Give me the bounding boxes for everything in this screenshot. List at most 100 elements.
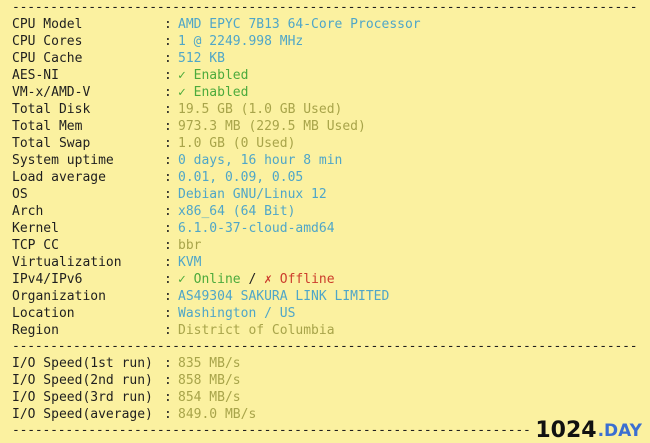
watermark-sub: .DAY xyxy=(597,421,642,441)
info-label: Region xyxy=(12,323,59,338)
status-offline: ✗ Offline xyxy=(264,272,335,287)
info-row-uptime: System uptime : 0 days, 16 hour 8 min xyxy=(12,152,638,169)
colon: : xyxy=(164,170,172,185)
info-row-ipv4-ipv6: IPv4/IPv6 : ✓ Online / ✗ Offline xyxy=(12,271,638,288)
separator-line-middle: ----------------------------------------… xyxy=(12,339,638,354)
info-row-os: OS : Debian GNU/Linux 12 xyxy=(12,186,638,203)
colon: : xyxy=(164,68,172,83)
info-row-location: Location : Washington / US xyxy=(12,305,638,322)
info-value: 973.3 MB (229.5 MB Used) xyxy=(178,119,366,134)
colon: : xyxy=(164,85,172,100)
colon: : xyxy=(164,17,172,32)
info-value: District of Columbia xyxy=(178,323,335,338)
info-label: Total Swap xyxy=(12,136,91,151)
info-row-vm-x: VM-x/AMD-V : ✓ Enabled xyxy=(12,84,638,101)
info-row-region: Region : District of Columbia xyxy=(12,322,638,339)
info-value: 0 days, 16 hour 8 min xyxy=(178,153,343,168)
info-label: Location xyxy=(12,306,75,321)
info-label: CPU Model xyxy=(12,17,83,32)
info-label: VM-x/AMD-V xyxy=(12,85,91,100)
colon: : xyxy=(164,373,172,388)
colon: : xyxy=(164,356,172,371)
colon: : xyxy=(164,136,172,151)
colon: : xyxy=(164,119,172,134)
colon: : xyxy=(164,306,172,321)
info-value: 512 KB xyxy=(178,51,225,66)
info-value: bbr xyxy=(178,238,202,253)
colon: : xyxy=(164,323,172,338)
info-row-total-mem: Total Mem : 973.3 MB (229.5 MB Used) xyxy=(12,118,638,135)
separator-line-top: ----------------------------------------… xyxy=(12,0,638,15)
info-value: x86_64 (64 Bit) xyxy=(178,204,296,219)
info-value: 19.5 GB (1.0 GB Used) xyxy=(178,102,343,117)
io-value: 854 MB/s xyxy=(178,390,241,405)
io-value: 858 MB/s xyxy=(178,373,241,388)
info-row-total-disk: Total Disk : 19.5 GB (1.0 GB Used) xyxy=(12,101,638,118)
info-value: KVM xyxy=(178,255,202,270)
info-value: AMD EPYC 7B13 64-Core Processor xyxy=(178,17,421,32)
info-value: Washington / US xyxy=(178,306,296,321)
colon: : xyxy=(164,221,172,236)
colon: : xyxy=(164,34,172,49)
info-label: AES-NI xyxy=(12,68,59,83)
info-value: Debian GNU/Linux 12 xyxy=(178,187,327,202)
watermark-main: 1024 xyxy=(535,418,597,443)
info-row-kernel: Kernel : 6.1.0-37-cloud-amd64 xyxy=(12,220,638,237)
info-label: Arch xyxy=(12,204,44,219)
info-value: 0.01, 0.09, 0.05 xyxy=(178,170,304,185)
info-row-aes-ni: AES-NI : ✓ Enabled xyxy=(12,67,638,84)
info-row-arch: Arch : x86_64 (64 Bit) xyxy=(12,203,638,220)
info-value: 6.1.0-37-cloud-amd64 xyxy=(178,221,335,236)
colon: : xyxy=(164,255,172,270)
watermark-logo: 1024 .DAY xyxy=(529,417,642,443)
io-row-2nd-run: I/O Speed(2nd run) : 858 MB/s xyxy=(12,372,638,389)
status-enabled: ✓ Enabled xyxy=(178,85,249,100)
info-row-load-average: Load average : 0.01, 0.09, 0.05 xyxy=(12,169,638,186)
colon: : xyxy=(164,272,172,287)
info-row-tcp-cc: TCP CC : bbr xyxy=(12,237,638,254)
io-value: 835 MB/s xyxy=(178,356,241,371)
info-label: Kernel xyxy=(12,221,59,236)
info-label: System uptime xyxy=(12,153,114,168)
io-label: I/O Speed(2nd run) xyxy=(12,373,153,388)
status-online: ✓ Online xyxy=(178,272,241,287)
info-label: TCP CC xyxy=(12,238,59,253)
colon: : xyxy=(164,238,172,253)
io-label: I/O Speed(3rd run) xyxy=(12,390,153,405)
io-label: I/O Speed(1st run) xyxy=(12,356,153,371)
info-row-cpu-cores: CPU Cores : 1 @ 2249.998 MHz xyxy=(12,33,638,50)
info-label: Total Mem xyxy=(12,119,83,134)
info-value: 1.0 GB (0 Used) xyxy=(178,136,296,151)
info-value: AS49304 SAKURA LINK LIMITED xyxy=(178,289,390,304)
status-separator: / xyxy=(240,272,265,287)
info-label: Total Disk xyxy=(12,102,91,117)
info-row-cpu-model: CPU Model : AMD EPYC 7B13 64-Core Proces… xyxy=(12,16,638,33)
info-row-virtualization: Virtualization : KVM xyxy=(12,254,638,271)
info-row-cpu-cache: CPU Cache : 512 KB xyxy=(12,50,638,67)
info-label: OS xyxy=(12,187,28,202)
info-label: CPU Cores xyxy=(12,34,83,49)
colon: : xyxy=(164,187,172,202)
io-row-3rd-run: I/O Speed(3rd run) : 854 MB/s xyxy=(12,389,638,406)
info-row-organization: Organization : AS49304 SAKURA LINK LIMIT… xyxy=(12,288,638,305)
io-value: 849.0 MB/s xyxy=(178,407,257,422)
terminal-output: ----------------------------------------… xyxy=(12,0,638,443)
colon: : xyxy=(164,289,172,304)
colon: : xyxy=(164,407,172,422)
network-status: ✓ Online / ✗ Offline xyxy=(178,271,335,288)
colon: : xyxy=(164,204,172,219)
info-label: CPU Cache xyxy=(12,51,83,66)
info-label: Virtualization xyxy=(12,255,122,270)
terminal-window: { "rule_char": "-", "colors": { "backgro… xyxy=(0,0,650,443)
colon: : xyxy=(164,153,172,168)
info-label: IPv4/IPv6 xyxy=(12,272,83,287)
info-label: Organization xyxy=(12,289,106,304)
colon: : xyxy=(164,102,172,117)
info-value: 1 @ 2249.998 MHz xyxy=(178,34,304,49)
status-enabled: ✓ Enabled xyxy=(178,68,249,83)
info-row-total-swap: Total Swap : 1.0 GB (0 Used) xyxy=(12,135,638,152)
colon: : xyxy=(164,51,172,66)
io-row-1st-run: I/O Speed(1st run) : 835 MB/s xyxy=(12,355,638,372)
colon: : xyxy=(164,390,172,405)
info-label: Load average xyxy=(12,170,106,185)
